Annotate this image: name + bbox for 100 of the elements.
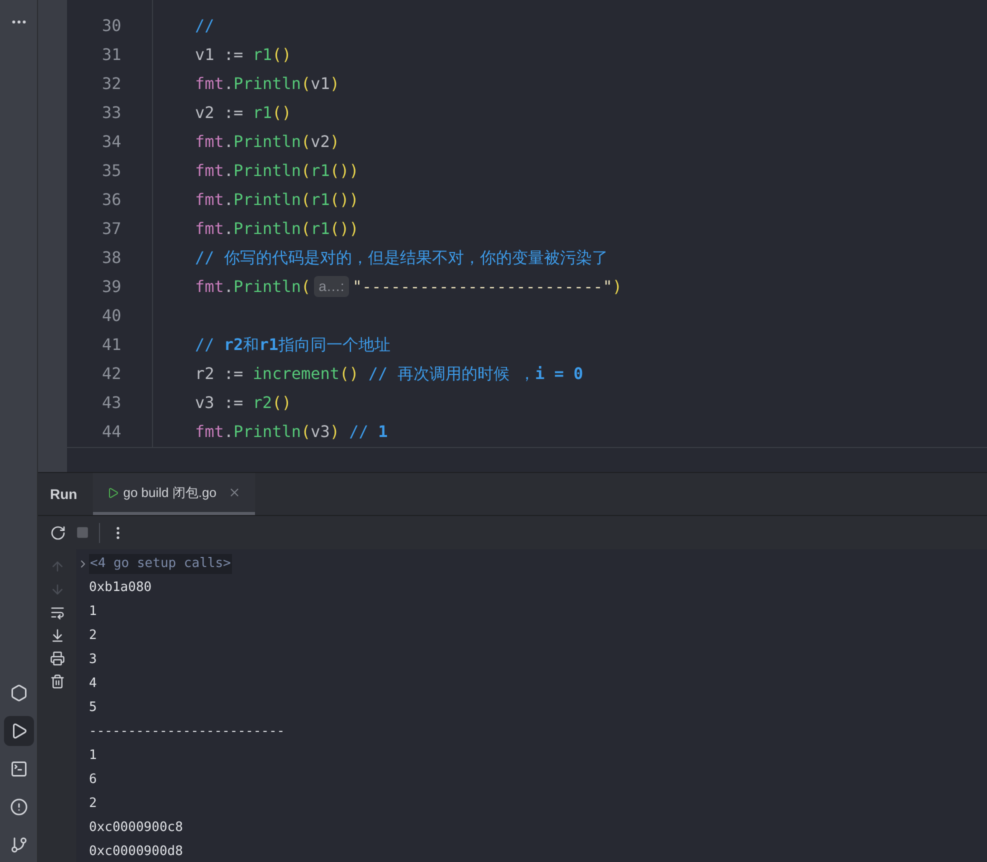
code-comment: // 再次调用的时候 ，i = 0 xyxy=(367,362,584,384)
scroll-to-end-icon[interactable] xyxy=(50,628,64,643)
code-token: r2 xyxy=(252,392,272,414)
code-token: ) xyxy=(330,72,340,94)
code-token: increment xyxy=(252,362,340,384)
output-line: 2 xyxy=(89,627,97,646)
code-token: () xyxy=(272,102,292,124)
trash-icon[interactable] xyxy=(50,674,64,689)
soft-wrap-icon[interactable] xyxy=(50,605,64,620)
code-token: . xyxy=(224,420,234,442)
code-token: ) xyxy=(330,420,340,442)
close-icon[interactable] xyxy=(228,486,242,499)
line-number: 43 xyxy=(102,392,122,414)
run-tab[interactable]: go build 闭包.go xyxy=(93,473,256,515)
output-line: 5 xyxy=(89,699,97,718)
terminal-icon xyxy=(10,760,28,778)
line-number: 41 xyxy=(102,334,122,356)
code-token: Println xyxy=(234,420,301,442)
code-token: r1 xyxy=(310,160,330,182)
line-number: 38 xyxy=(102,246,122,268)
code-token: v1 := xyxy=(195,44,244,66)
line-number: 32 xyxy=(102,72,122,94)
code-token: () xyxy=(272,44,292,66)
code-token: ()) xyxy=(330,188,359,210)
line-number: 36 xyxy=(102,188,122,210)
output-line: 2 xyxy=(89,795,97,814)
line-number: 35 xyxy=(102,160,122,182)
code-token: v1 xyxy=(310,72,330,94)
output-line: 3 xyxy=(89,651,97,670)
folded-calls[interactable]: <4 go setup calls> xyxy=(89,554,232,574)
code-token: r1 xyxy=(310,188,330,210)
output-line: 0xc0000900d8 xyxy=(89,843,183,862)
line-number: 44 xyxy=(102,420,122,442)
line-number: 42 xyxy=(102,362,122,384)
code-token: fmt xyxy=(195,160,224,182)
code-token: fmt xyxy=(195,276,224,298)
code-token: . xyxy=(224,130,234,152)
line-number: 37 xyxy=(102,218,122,240)
code-token: . xyxy=(224,160,234,182)
code-token: Println xyxy=(234,130,301,152)
code-token: ()) xyxy=(330,160,359,182)
code-token: ( xyxy=(300,160,311,182)
code-token: . xyxy=(224,218,234,240)
code-token: r2 := xyxy=(195,362,244,384)
code-token: Println xyxy=(234,72,301,94)
code-token: "-------------------------" xyxy=(352,276,612,298)
run-icon xyxy=(107,486,120,498)
code-token: ( xyxy=(300,218,311,240)
panel-title: Run xyxy=(50,484,78,504)
services-icon xyxy=(10,684,28,702)
line-number: 31 xyxy=(102,44,122,66)
code-token: Println xyxy=(234,218,301,240)
code-token: Println xyxy=(234,276,301,298)
code-comment: // xyxy=(195,14,214,36)
line-number: 39 xyxy=(102,276,122,298)
git-icon xyxy=(10,836,28,854)
code-token: ( xyxy=(300,276,311,298)
code-token: r1 xyxy=(252,102,272,124)
code-token: fmt xyxy=(195,188,224,210)
code-token: r1 xyxy=(252,44,272,66)
output-line: ------------------------- xyxy=(89,723,285,742)
output-line: 0xb1a080 xyxy=(89,579,152,598)
print-icon[interactable] xyxy=(50,651,64,666)
code-token: . xyxy=(224,72,234,94)
code-token: fmt xyxy=(195,218,224,240)
output-line: 1 xyxy=(89,747,97,766)
code-token: r1 xyxy=(310,218,330,240)
code-token: v2 := xyxy=(195,102,244,124)
output-line: 6 xyxy=(89,771,97,790)
problems-icon xyxy=(10,798,28,816)
line-number: 33 xyxy=(102,102,122,124)
code-token: ( xyxy=(300,188,311,210)
code-token: Println xyxy=(234,188,301,210)
code-token: ) xyxy=(612,276,622,298)
code-token: ( xyxy=(300,130,311,152)
code-token: ( xyxy=(300,72,311,94)
output-line: 4 xyxy=(89,675,97,694)
code-token: fmt xyxy=(195,72,224,94)
code-token: () xyxy=(272,392,292,414)
code-token: ()) xyxy=(330,218,359,240)
parameter-hint: a…: xyxy=(314,276,350,297)
code-token: . xyxy=(224,276,234,298)
line-number: 34 xyxy=(102,130,122,152)
code-token: v3 := xyxy=(195,392,244,414)
code-token: () xyxy=(340,362,359,384)
code-token: v2 xyxy=(310,130,330,152)
code-token: . xyxy=(224,188,234,210)
code-token: ( xyxy=(300,420,311,442)
code-comment: // 你写的代码是对的，但是结果不对，你的变量被污染了 xyxy=(195,246,608,268)
run-tool-button[interactable] xyxy=(4,716,34,746)
code-token: fmt xyxy=(195,130,224,152)
output-line: 1 xyxy=(89,603,97,622)
code-comment: // r2和r1指向同一个地址 xyxy=(195,334,390,356)
code-token: Println xyxy=(234,160,301,182)
rerun-icon[interactable] xyxy=(50,524,66,540)
line-number: 30 xyxy=(102,14,122,36)
code-comment: // 1 xyxy=(348,420,388,442)
code-token: v3 xyxy=(310,420,330,442)
code-token: fmt xyxy=(195,420,224,442)
line-number: 40 xyxy=(102,304,122,326)
